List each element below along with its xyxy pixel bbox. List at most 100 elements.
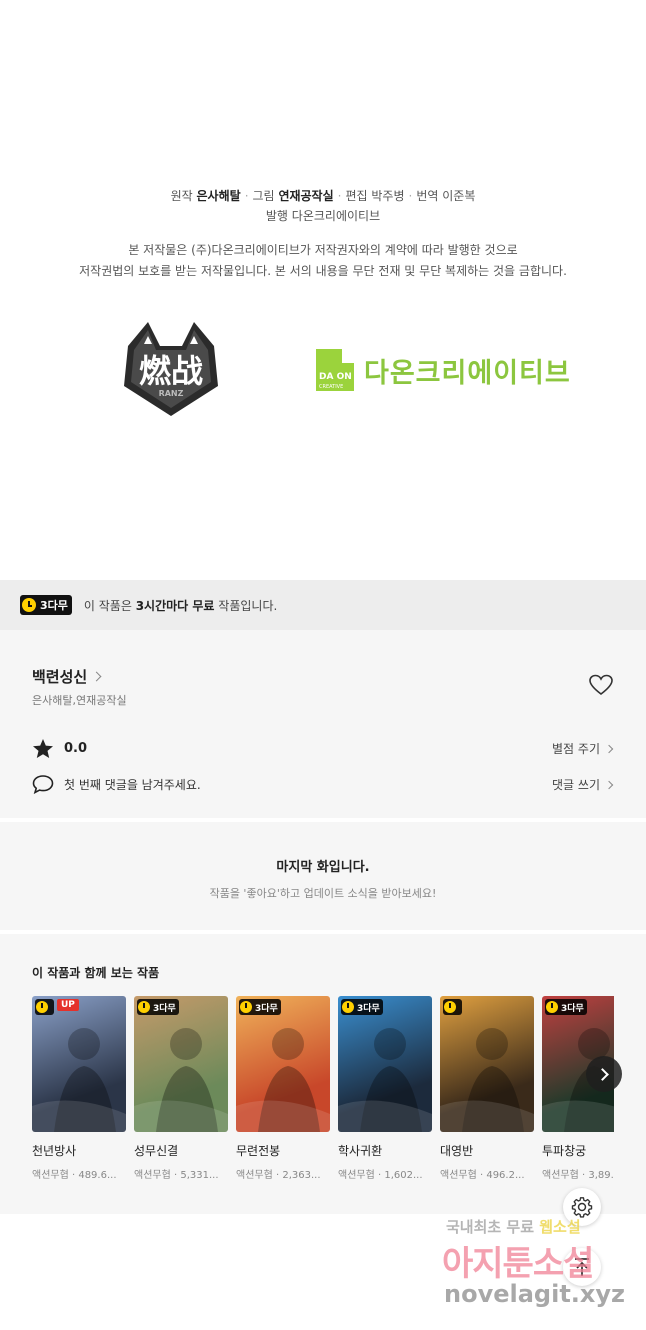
related-card-title: 대영반 xyxy=(440,1144,474,1158)
last-episode-panel: 마지막 화입니다. 작품을 '좋아요'하고 업데이트 소식을 받아보세요! xyxy=(0,822,646,930)
watermark-line-1: 국내최초 무료 웹소설 xyxy=(446,1216,581,1237)
site-watermark: 국내최초 무료 웹소설 아지툰소설 novelagit.xyz xyxy=(440,1214,636,1324)
cover-thumbnail: UP xyxy=(32,996,126,1132)
daon-mark-sub: CREATIVE xyxy=(319,384,343,390)
related-card[interactable]: UP 천년방사액션무협 · 489.6... xyxy=(32,996,126,1181)
watermark-line-3: novelagit.xyz xyxy=(444,1280,626,1308)
comment-row[interactable]: 첫 번째 댓글을 남겨주세요. xyxy=(32,774,201,794)
copyright-notice: 본 저작물은 (주)다온크리에이티브가 저작권자와의 계약에 따라 발행한 것으… xyxy=(0,240,646,282)
cover-badges: 3다무 xyxy=(545,999,587,1018)
publisher-label: 발행 xyxy=(265,209,288,223)
related-card-title: 학사귀환 xyxy=(338,1144,383,1158)
3h-free-badge-label: 3다무 xyxy=(357,1003,380,1014)
daon-logo-text: 다온크리에이티브 xyxy=(364,358,571,389)
translator-name: 이준복 xyxy=(442,189,476,203)
clock-icon xyxy=(22,598,36,612)
watermark-line-1b: 웹소설 xyxy=(539,1218,581,1236)
carousel-next-button[interactable] xyxy=(586,1056,622,1092)
related-card-meta: 액션무협 · 489.6... xyxy=(32,1170,117,1181)
free-banner-text: 이 작품은 3시간마다 무료 작품입니다. xyxy=(84,597,277,614)
rating-row: 0.0 xyxy=(32,738,87,759)
work-title-link[interactable]: 백련성신 xyxy=(32,666,102,687)
ranz-logo-sub: RANZ xyxy=(159,389,184,398)
cover-thumbnail: 3다무 xyxy=(236,996,330,1132)
art-label: 그림 xyxy=(252,189,275,203)
related-card-meta: 액션무협 · 2,363... xyxy=(236,1170,321,1181)
free-banner-text-pre: 이 작품은 xyxy=(83,598,136,613)
rate-link[interactable]: 별점 주기 xyxy=(552,740,614,757)
cover-thumbnail xyxy=(440,996,534,1132)
cover-thumbnail: 3다무 xyxy=(134,996,228,1132)
free-banner-text-post: 작품입니다. xyxy=(214,598,278,613)
clock-icon xyxy=(342,1001,354,1013)
daon-mark-icon: DA ON CREATIVE xyxy=(316,349,354,391)
original-author: 은사해탈 xyxy=(196,189,241,203)
ranz-logo: 燃战 RANZ xyxy=(118,316,224,420)
related-card[interactable]: 3다무 성무신결 액션무협 · 5,331... xyxy=(134,996,228,1181)
star-icon xyxy=(33,739,53,758)
credits-line-1: 원작 은사해탈 · 그림 연재공작실 · 편집 박주병 · 번역 이준복 xyxy=(170,189,476,203)
3h-free-badge-label: 3다무 xyxy=(153,1003,176,1014)
related-carousel: UP 천년방사액션무협 · 489.6... 3다무 성무신결 액션무협 · 5,331… xyxy=(32,996,614,1186)
daon-creative-logo: DA ON CREATIVE 다온크리에이티브 xyxy=(316,349,586,391)
3h-free-badge: 3다무 xyxy=(20,595,72,615)
chevron-right-icon xyxy=(91,671,102,682)
copyright-line-2: 저작권법의 보호를 받는 저작물입니다. 본 서의 내용을 무단 전재 및 무단… xyxy=(79,264,567,278)
chevron-right-icon xyxy=(595,1067,609,1081)
editor-label: 편집 xyxy=(345,189,368,203)
ranz-logo-text: 燃战 xyxy=(139,352,203,390)
3h-free-badge: 3다무 xyxy=(239,999,281,1015)
publisher-name: 다온크리에이티브 xyxy=(291,209,381,223)
rating-value: 0.0 xyxy=(64,741,88,756)
last-episode-title: 마지막 화입니다. xyxy=(276,860,370,875)
free-every-3h-banner: 3다무 이 작품은 3시간마다 무료 작품입니다. xyxy=(0,580,646,630)
related-card-meta: 액션무협 · 3,89... xyxy=(542,1170,614,1181)
3h-free-badge-label: 3다무 xyxy=(40,599,68,612)
watermark-line-2: 아지툰소설 xyxy=(442,1244,594,1284)
heart-icon[interactable] xyxy=(589,674,613,696)
3h-free-badge-label: 3다무 xyxy=(255,1003,278,1014)
write-comment-label: 댓글 쓰기 xyxy=(552,778,600,792)
credits-line-2: 발행 다온크리에이티브 xyxy=(0,206,646,226)
comment-prompt: 첫 번째 댓글을 남겨주세요. xyxy=(64,777,201,792)
related-card-meta: 액션무협 · 5,331... xyxy=(134,1170,219,1181)
editor-name: 박주병 xyxy=(371,189,405,203)
3h-free-badge: 3다무 xyxy=(341,999,383,1015)
related-card-title: 천년방사 xyxy=(32,1144,77,1158)
work-info-panel: 백련성신 은사해탈,연재공작실 0.0 별점 주기 첫 번째 댓글을 남겨주세요… xyxy=(0,630,646,818)
daon-mark-text: DA ON xyxy=(319,372,352,382)
cover-badges: 3다무 xyxy=(137,999,179,1018)
copyright-line-1: 본 저작물은 (주)다온크리에이티브가 저작권자와의 계약에 따라 발행한 것으… xyxy=(128,243,518,257)
related-card[interactable]: 3다무학사귀환액션무협 · 1,602... xyxy=(338,996,432,1181)
rate-link-label: 별점 주기 xyxy=(552,742,600,756)
3h-free-badge xyxy=(35,999,54,1015)
3h-free-badge xyxy=(443,999,462,1015)
3h-free-badge-label: 3다무 xyxy=(561,1003,584,1014)
cover-badges: UP xyxy=(35,999,79,1018)
clock-icon xyxy=(546,1001,558,1013)
work-authors: 은사해탈,연재공작실 xyxy=(32,694,127,707)
related-card[interactable]: 3다무 무련전봉 액션무협 · 2,363... xyxy=(236,996,330,1181)
cover-badges: 3다무 xyxy=(341,999,383,1018)
related-card[interactable]: 대영반액션무협 · 496.2... xyxy=(440,996,534,1181)
3h-free-badge: 3다무 xyxy=(545,999,587,1015)
chevron-right-icon xyxy=(604,780,614,789)
free-banner-text-bold: 3시간마다 무료 xyxy=(135,598,215,613)
3h-free-badge: 3다무 xyxy=(137,999,179,1015)
translator-label: 번역 xyxy=(416,189,439,203)
write-comment-link[interactable]: 댓글 쓰기 xyxy=(552,776,614,793)
related-card-meta: 액션무협 · 1,602... xyxy=(338,1170,423,1181)
credits-block: 원작 은사해탈 · 그림 연재공작실 · 편집 박주병 · 번역 이준복 발행 다온크리에이… xyxy=(0,186,646,226)
related-works-section: 이 작품과 함께 보는 작품 UP 천년방사액션무협 · 489.6... 3다무 성… xyxy=(0,934,646,1214)
cover-thumbnail: 3다무 xyxy=(338,996,432,1132)
clock-icon xyxy=(240,1001,252,1013)
related-heading: 이 작품과 함께 보는 작품 xyxy=(32,966,160,980)
clock-icon xyxy=(36,1001,48,1013)
original-label: 원작 xyxy=(170,189,193,203)
art-author: 연재공작실 xyxy=(278,189,334,203)
watermark-line-1a: 국내최초 무료 xyxy=(446,1218,540,1236)
up-badge: UP xyxy=(57,999,79,1011)
related-card-meta: 액션무협 · 496.2... xyxy=(440,1170,525,1181)
last-episode-subtitle: 작품을 '좋아요'하고 업데이트 소식을 받아보세요! xyxy=(209,887,437,900)
comment-icon xyxy=(32,775,54,794)
